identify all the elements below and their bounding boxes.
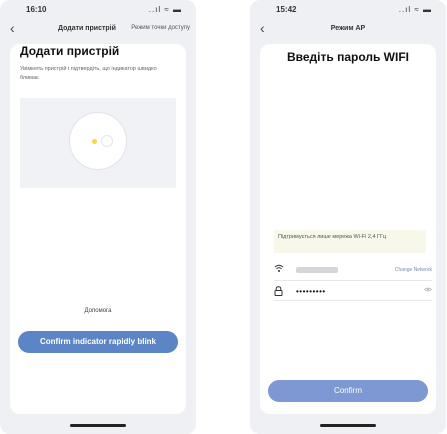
wifi-band-notice: Підтримується лише мережа Wi-Fi 2,4 ГГц: [274, 230, 426, 253]
status-bar: 16:10 ..ıl ≈ ▬: [0, 5, 196, 17]
nav-title: Режим AP: [330, 25, 366, 32]
device-image: [69, 112, 127, 170]
nav-title: Додати пристрій: [58, 25, 116, 32]
status-bar: 15:42 ..ıl ≈ ▬: [250, 5, 446, 17]
password-input[interactable]: •••••••••: [296, 287, 326, 296]
help-link[interactable]: Допомога: [0, 308, 196, 314]
eye-icon[interactable]: [423, 287, 433, 294]
page-title: Введіть пароль WIFI: [286, 50, 410, 64]
status-icons: ..ıl ≈ ▬: [148, 5, 182, 14]
confirm-button[interactable]: Confirm: [268, 380, 428, 402]
wifi-ssid-field[interactable]: [296, 267, 338, 273]
wifi-icon: [274, 264, 284, 275]
change-network-link[interactable]: Change Network: [395, 267, 432, 273]
status-time: 15:42: [276, 5, 297, 14]
status-time: 16:10: [26, 5, 47, 14]
home-indicator: [70, 424, 126, 427]
lock-icon: [274, 286, 283, 298]
navigation-bar: ‹ Режим AP: [250, 20, 446, 38]
ap-mode-link[interactable]: Режим точки доступу: [131, 25, 190, 31]
status-icons: ..ıl ≈ ▬: [398, 5, 432, 14]
navigation-bar: ‹ Додати пристрій Режим точки доступу: [0, 20, 196, 38]
confirm-blink-button[interactable]: Confirm indicator rapidly blink: [18, 331, 178, 353]
page-title: Додати пристрій: [20, 44, 120, 58]
indicator-led: [92, 139, 97, 144]
home-indicator: [320, 424, 376, 427]
content-card: [260, 44, 436, 414]
divider: [274, 280, 432, 281]
instruction-text: Увімкніть пристрій і підтвердіть, що інд…: [20, 66, 157, 81]
device-button: [101, 135, 113, 147]
divider: [274, 300, 432, 301]
back-arrow-icon[interactable]: ‹: [10, 20, 15, 36]
device-illustration: [20, 98, 176, 188]
wifi-password-screen: 15:42 ..ıl ≈ ▬ ‹ Режим AP Введіть пароль…: [250, 0, 446, 434]
add-device-screen: 16:10 ..ıl ≈ ▬ ‹ Додати пристрій Режим т…: [0, 0, 196, 434]
